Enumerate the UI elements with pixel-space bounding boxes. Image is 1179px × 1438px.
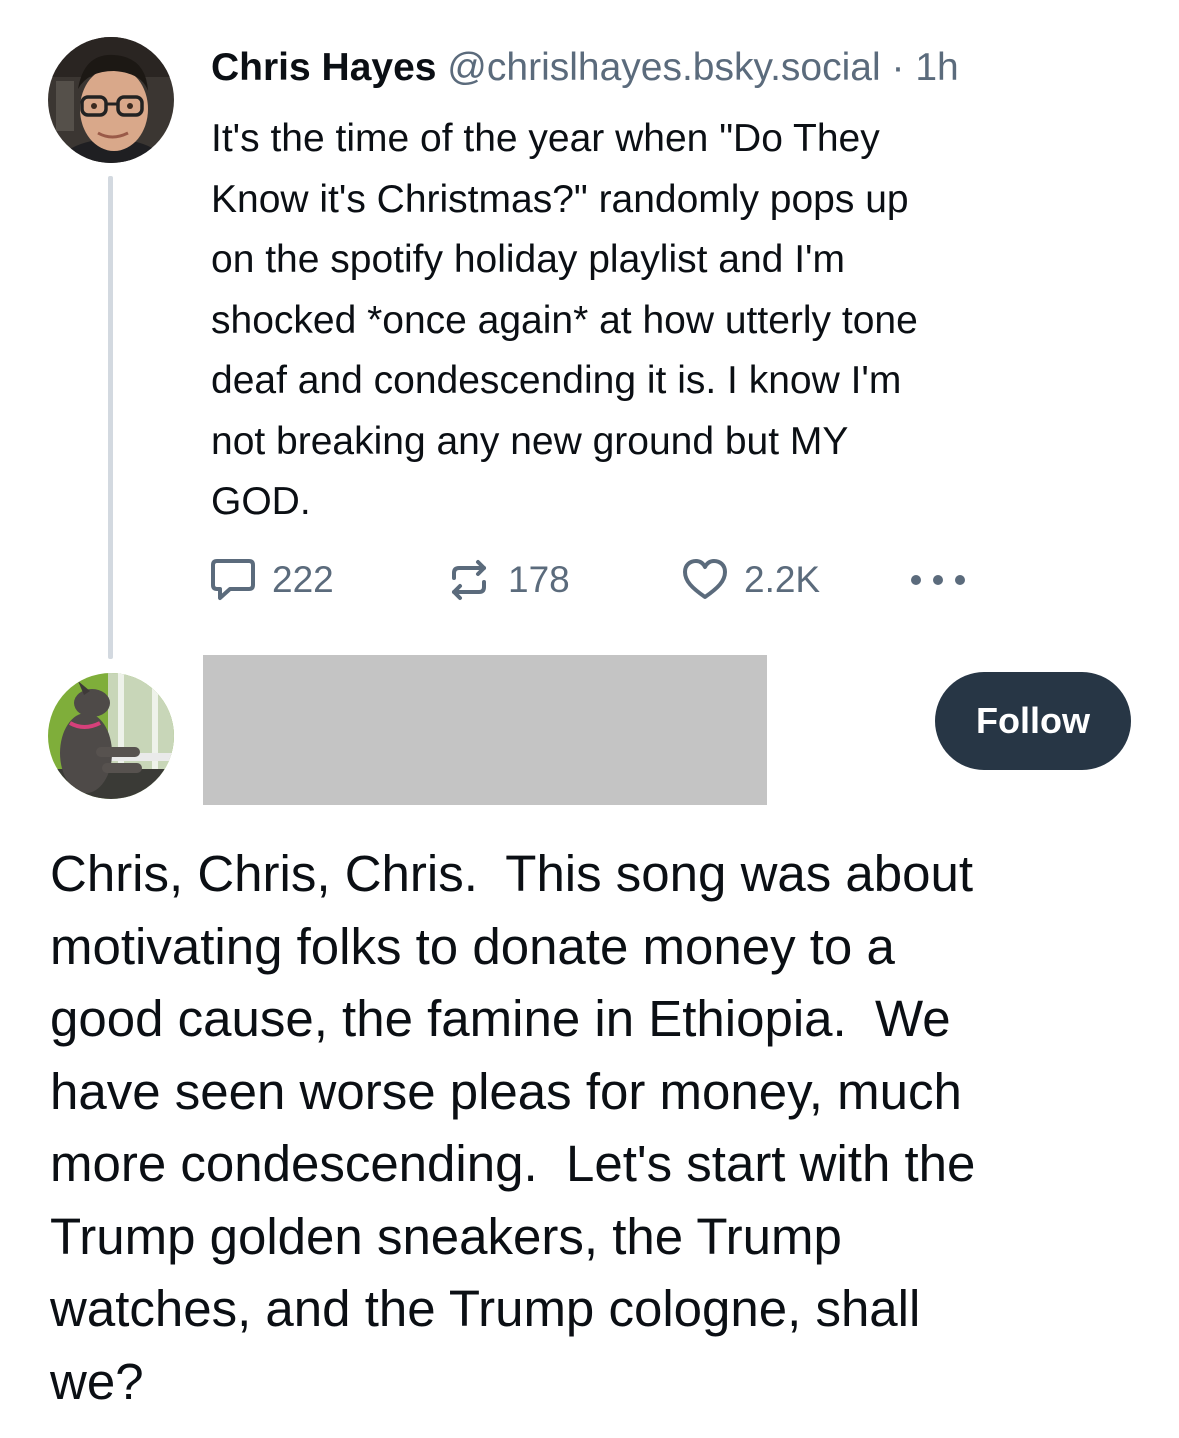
like-count: 2.2K xyxy=(744,559,821,600)
follow-button[interactable]: Follow xyxy=(935,672,1131,770)
dog-at-window-avatar-icon xyxy=(48,673,174,799)
post-text-line: shocked *once again* at how utterly tone xyxy=(211,298,918,342)
reply-text-line: Chris, Chris, Chris. This song was about xyxy=(50,845,974,902)
post-timestamp[interactable]: 1h xyxy=(915,46,958,89)
separator-dot: · xyxy=(891,46,905,89)
reply-text-line: Trump golden sneakers, the Trump xyxy=(50,1207,842,1265)
reply-text: Chris, Chris, Chris. This song was about… xyxy=(50,838,1150,1418)
repost-icon xyxy=(452,560,486,600)
reply-text-line: watches, and the Trump cologne, shall xyxy=(50,1280,921,1337)
author-name[interactable]: Chris Hayes xyxy=(211,46,436,89)
post-text-line: GOD. xyxy=(211,480,311,523)
man-with-glasses-avatar-icon xyxy=(48,37,174,163)
repost-button[interactable]: 178 xyxy=(444,552,570,608)
reply-text-line: have seen worse pleas for money, much xyxy=(50,1062,962,1120)
author-handle[interactable]: @chrislhayes.bsky.social xyxy=(447,46,880,89)
post-text-line: on the spotify holiday playlist and I'm xyxy=(211,238,845,281)
author-avatar[interactable] xyxy=(48,37,174,163)
reply-text-line: we? xyxy=(50,1352,144,1410)
more-dots-icon xyxy=(911,575,965,585)
post-text-line: It's the time of the year when "Do They xyxy=(211,117,880,160)
reply-button[interactable]: 222 xyxy=(208,552,334,608)
post-text-line: not breaking any new ground but MY xyxy=(211,419,849,463)
reply-text-line: more condescending. Let's start with the xyxy=(50,1135,976,1192)
reply-text-line: good cause, the famine in Ethiopia. We xyxy=(50,990,951,1047)
post-text-line: Know it's Christmas?" randomly pops up xyxy=(211,177,909,221)
like-button[interactable]: 2.2K xyxy=(680,552,820,608)
repost-count: 178 xyxy=(508,559,570,600)
speech-bubble-icon xyxy=(211,559,255,600)
redacted-username xyxy=(203,655,767,805)
heart-icon xyxy=(683,559,727,599)
reply-author-avatar[interactable] xyxy=(48,673,174,799)
reply-count: 222 xyxy=(272,559,334,600)
reply-text-line: motivating folks to donate money to a xyxy=(50,917,895,975)
post-text: It's the time of the year when "Do They … xyxy=(211,109,1111,533)
post-header: Chris Hayes @chrislhayes.bsky.social · 1… xyxy=(211,40,959,96)
post-text-line: deaf and condescending it is. I know I'm xyxy=(211,359,902,402)
more-options-button[interactable] xyxy=(906,552,970,608)
thread-line xyxy=(108,176,113,659)
